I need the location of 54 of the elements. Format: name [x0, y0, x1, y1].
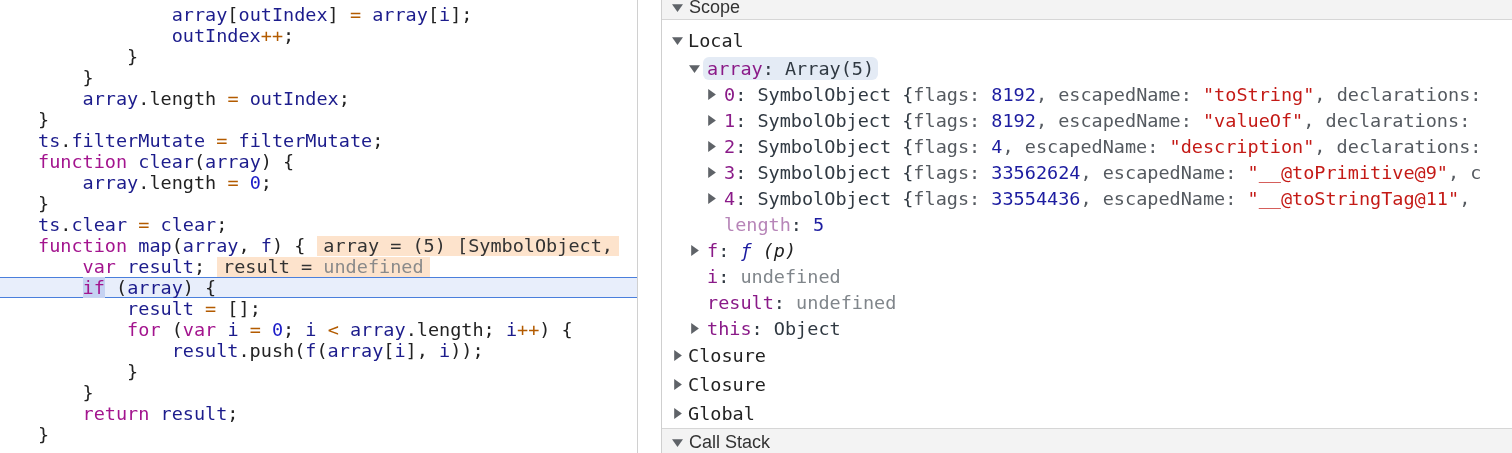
inline-value: array = (5) [SymbolObject,	[317, 235, 619, 256]
property-entry[interactable]: array: Array(5)	[703, 56, 879, 80]
section-header[interactable]: Call Stack	[662, 428, 1512, 453]
scope-label[interactable]: Closure	[686, 345, 766, 366]
disclosure-triangle-icon[interactable]	[672, 436, 683, 448]
property-entry[interactable]: 1: SymbolObject {flags: 8192, escapedName: "valueOf", declarations:	[720, 108, 1475, 132]
code-line: ts.clear = clear;	[38, 214, 228, 235]
code-line: ts.filterMutate = filterMutate;	[38, 130, 384, 151]
code-line: }	[126, 46, 139, 67]
inline-value: result = undefined	[217, 256, 430, 277]
property-entry[interactable]: length: 5	[720, 212, 829, 236]
property-entry[interactable]: this: Object	[703, 316, 845, 340]
code-line: array.length = 0;	[81, 172, 272, 193]
code-line: }	[38, 193, 50, 214]
disclosure-triangle-icon[interactable]	[706, 114, 717, 126]
property-entry[interactable]: result: undefined	[703, 290, 901, 314]
disclosure-triangle-icon[interactable]	[689, 62, 700, 74]
code-line: result = [];	[126, 298, 261, 319]
property-entry[interactable]: i: undefined	[703, 264, 845, 288]
code-line: }	[38, 424, 50, 445]
code-line: array.length = outIndex;	[81, 88, 350, 109]
scope-label[interactable]: Local	[686, 30, 744, 51]
disclosure-triangle-icon[interactable]	[672, 35, 683, 46]
disclosure-triangle-icon[interactable]	[672, 379, 683, 390]
disclosure-triangle-icon[interactable]	[706, 140, 717, 152]
property-entry[interactable]: 3: SymbolObject {flags: 33562624, escapedName: "__@toPrimitive@9", c	[720, 160, 1486, 184]
scope-label[interactable]: Closure	[686, 374, 766, 395]
code-line: for (var i = 0; i < array.length; i++) {	[126, 319, 573, 340]
disclosure-triangle-icon[interactable]	[706, 192, 717, 204]
code-line: if (array) {	[81, 277, 217, 298]
code-line: }	[38, 109, 50, 130]
disclosure-triangle-icon[interactable]	[706, 88, 717, 100]
property-entry[interactable]: 4: SymbolObject {flags: 33554436, escapedName: "__@toStringTag@11",	[720, 186, 1475, 210]
code-line: }	[81, 382, 94, 403]
code-line: array[outIndex] = array[i];	[170, 4, 473, 25]
disclosure-triangle-icon[interactable]	[689, 244, 700, 256]
section-header[interactable]: Scope	[662, 0, 1512, 20]
code-line: }	[126, 361, 139, 382]
property-entry[interactable]: 2: SymbolObject {flags: 4, escapedName: "description", declarations:	[720, 134, 1486, 158]
code-line: result.push(f(array[i], i));	[170, 340, 484, 361]
disclosure-triangle-icon[interactable]	[689, 322, 700, 334]
disclosure-triangle-icon[interactable]	[672, 408, 683, 419]
property-entry[interactable]: 0: SymbolObject {flags: 8192, escapedName: "toString", declarations:	[720, 82, 1486, 106]
property-entry[interactable]: f: ƒ (p)	[703, 238, 801, 262]
code-line: return result;	[81, 403, 239, 424]
code-line: outIndex++;	[170, 25, 295, 46]
code-line: function clear(array) {	[38, 151, 295, 172]
disclosure-triangle-icon[interactable]	[706, 166, 717, 178]
code-line: }	[81, 67, 94, 88]
scope-label[interactable]: Global	[686, 403, 755, 424]
code-line: var result;	[81, 256, 206, 277]
disclosure-triangle-icon[interactable]	[672, 350, 683, 361]
disclosure-triangle-icon[interactable]	[672, 2, 683, 13]
code-line: function map(array, f) {	[38, 235, 306, 256]
